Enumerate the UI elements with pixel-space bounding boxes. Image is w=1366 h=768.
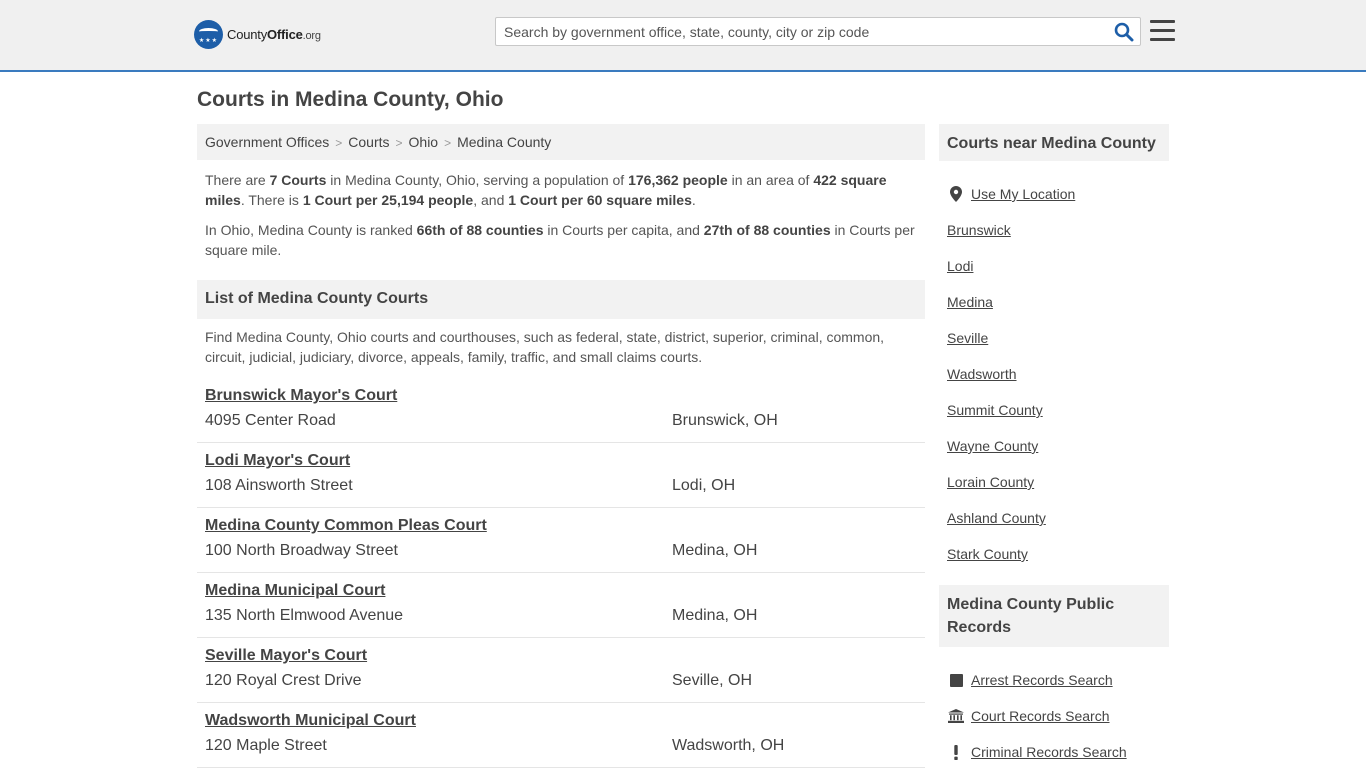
nearby-link-lodi[interactable]: Lodi <box>947 258 973 274</box>
court-address: 100 North Broadway Street <box>205 542 398 559</box>
breadcrumb: Government Offices > Courts > Ohio > Medina Co… <box>197 124 925 160</box>
page-title: Courts in Medina County, Ohio <box>197 88 504 111</box>
nearby-item: Lodi <box>947 248 1169 284</box>
nearby-item: Medina <box>947 284 1169 320</box>
arrest-records-link[interactable]: Arrest Records Search <box>971 672 1113 688</box>
court-row: Lodi Mayor's Court 108 Ainsworth Street … <box>197 443 925 508</box>
court-city: Medina, OH <box>672 607 758 624</box>
logo-text: CountyOffice.org <box>227 27 321 42</box>
nearby-item: Summit County <box>947 392 1169 428</box>
court-address: 4095 Center Road <box>205 412 336 429</box>
court-address: 135 North Elmwood Avenue <box>205 607 404 624</box>
court-address: 108 Ainsworth Street <box>205 477 353 494</box>
nearby-link-wayne-county[interactable]: Wayne County <box>947 438 1038 454</box>
nearby-item: Brunswick <box>947 212 1169 248</box>
court-name-link[interactable]: Seville Mayor's Court <box>205 647 367 665</box>
nearby-item: Lorain County <box>947 464 1169 500</box>
nearby-link-wadsworth[interactable]: Wadsworth <box>947 366 1017 382</box>
use-my-location-link[interactable]: Use My Location <box>971 186 1075 202</box>
court-row: Seville Mayor's Court 120 Royal Crest Dr… <box>197 638 925 703</box>
criminal-records-link[interactable]: Criminal Records Search <box>971 744 1127 760</box>
site-logo[interactable]: ★★★ CountyOffice.org <box>194 20 321 49</box>
court-row: Medina Municipal Court 135 North Elmwood… <box>197 573 925 638</box>
court-city: Lodi, OH <box>672 477 736 494</box>
nearby-link-brunswick[interactable]: Brunswick <box>947 222 1011 238</box>
site-header: ★★★ CountyOffice.org <box>0 0 1366 72</box>
court-list-description: Find Medina County, Ohio courts and cour… <box>205 329 885 365</box>
use-location-item: Use My Location <box>947 176 1169 212</box>
court-name-link[interactable]: Brunswick Mayor's Court <box>205 387 397 405</box>
intro-summary: There are 7 Courts in Medina County, Ohi… <box>205 172 887 208</box>
map-pin-icon <box>947 185 965 203</box>
nearby-courts-list: Use My Location Brunswick Lodi Medina Se… <box>947 176 1169 572</box>
search-box <box>495 17 1141 46</box>
court-name-link[interactable]: Medina County Common Pleas Court <box>205 517 487 535</box>
public-records-heading: Medina County Public Records <box>939 585 1169 647</box>
court-row: Medina County Common Pleas Court 100 Nor… <box>197 508 925 573</box>
court-name-link[interactable]: Lodi Mayor's Court <box>205 452 350 470</box>
nearby-item: Seville <box>947 320 1169 356</box>
court-city: Brunswick, OH <box>672 412 778 429</box>
nearby-link-ashland-county[interactable]: Ashland County <box>947 510 1046 526</box>
court-row: Brunswick Mayor's Court 4095 Center Road… <box>197 378 925 443</box>
court-city: Wadsworth, OH <box>672 737 785 754</box>
square-icon <box>947 671 965 689</box>
court-list: Brunswick Mayor's Court 4095 Center Road… <box>197 378 925 768</box>
breadcrumb-separator-icon: > <box>395 136 403 150</box>
court-row: Wadsworth Municipal Court 120 Maple Stre… <box>197 703 925 768</box>
nearby-link-medina[interactable]: Medina <box>947 294 993 310</box>
nearby-item: Wadsworth <box>947 356 1169 392</box>
breadcrumb-separator-icon: > <box>335 136 343 150</box>
court-city: Seville, OH <box>672 672 753 689</box>
intro-ranking: In Ohio, Medina County is ranked 66th of… <box>205 222 915 258</box>
courthouse-icon <box>947 707 965 725</box>
court-list-heading: List of Medina County Courts <box>197 280 925 319</box>
nearby-item: Ashland County <box>947 500 1169 536</box>
court-name-link[interactable]: Medina Municipal Court <box>205 582 385 600</box>
public-records-list: Arrest Records Search Court Records Sear… <box>947 662 1169 768</box>
search-input[interactable] <box>496 18 1106 45</box>
records-item: Criminal Records Search <box>947 734 1169 768</box>
nearby-link-lorain-county[interactable]: Lorain County <box>947 474 1034 490</box>
breadcrumb-medina-county[interactable]: Medina County <box>457 134 551 150</box>
records-item: Court Records Search <box>947 698 1169 734</box>
court-address: 120 Maple Street <box>205 737 327 754</box>
hamburger-menu-icon[interactable] <box>1150 20 1175 42</box>
nearby-link-stark-county[interactable]: Stark County <box>947 546 1028 562</box>
breadcrumb-government-offices[interactable]: Government Offices <box>205 134 329 150</box>
court-city: Medina, OH <box>672 542 758 559</box>
nearby-link-summit-county[interactable]: Summit County <box>947 402 1043 418</box>
eagle-seal-icon: ★★★ <box>194 20 223 49</box>
court-records-link[interactable]: Court Records Search <box>971 708 1110 724</box>
breadcrumb-ohio[interactable]: Ohio <box>409 134 439 150</box>
exclamation-icon <box>947 743 965 761</box>
search-icon[interactable] <box>1114 22 1134 42</box>
breadcrumb-separator-icon: > <box>444 136 452 150</box>
nearby-item: Stark County <box>947 536 1169 572</box>
breadcrumb-courts[interactable]: Courts <box>348 134 389 150</box>
nearby-link-seville[interactable]: Seville <box>947 330 988 346</box>
records-item: Arrest Records Search <box>947 662 1169 698</box>
nearby-courts-heading: Courts near Medina County <box>939 124 1169 161</box>
nearby-item: Wayne County <box>947 428 1169 464</box>
court-name-link[interactable]: Wadsworth Municipal Court <box>205 712 416 730</box>
court-address: 120 Royal Crest Drive <box>205 672 362 689</box>
